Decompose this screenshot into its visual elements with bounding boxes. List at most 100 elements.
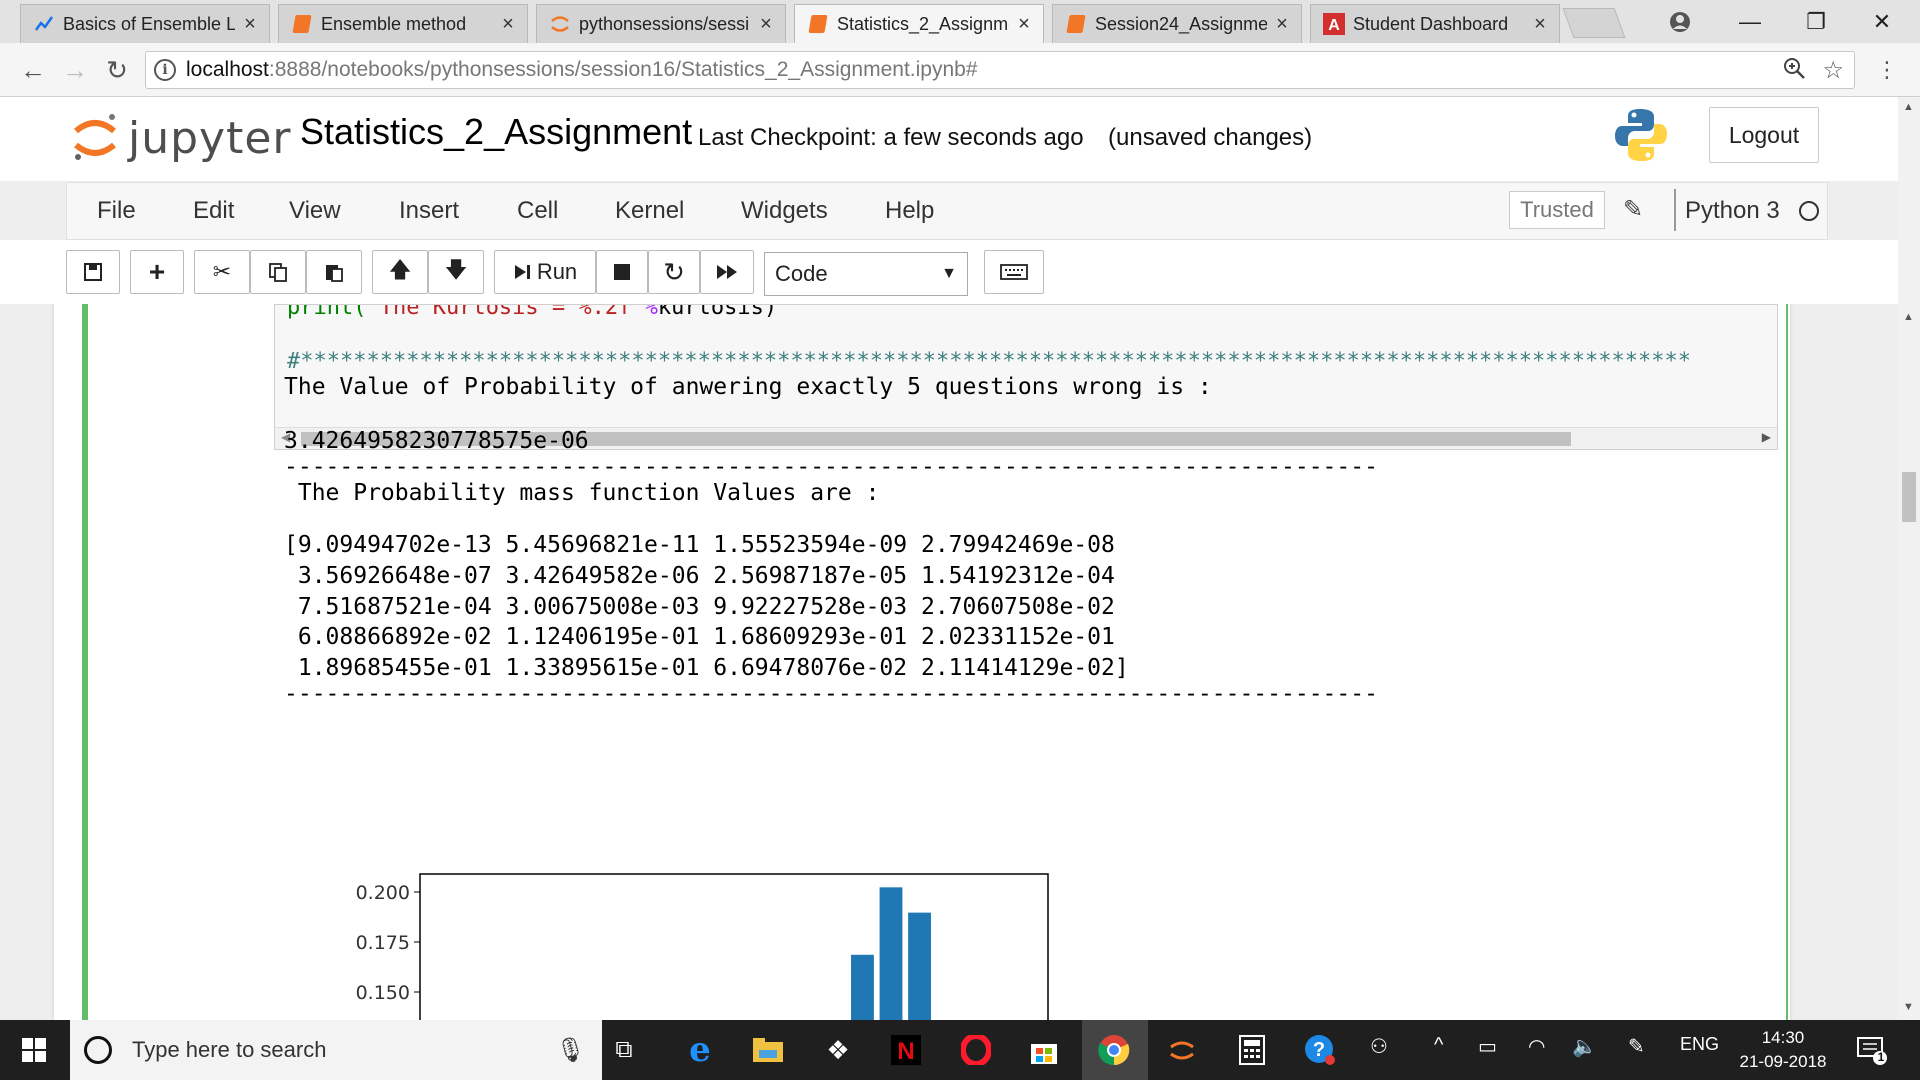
wifi-icon[interactable]: ◠ (1528, 1034, 1545, 1059)
close-icon[interactable]: × (241, 13, 259, 36)
output-divider: ----------------------------------------… (284, 681, 1378, 707)
input-language[interactable]: ENG (1680, 1034, 1719, 1055)
dropbox-icon[interactable]: ❖ (818, 1030, 858, 1070)
tab-title: Ensemble method (321, 13, 467, 34)
microphone-icon[interactable]: 🎙 (556, 1036, 586, 1065)
menu-widgets[interactable]: Widgets (741, 197, 828, 225)
back-button[interactable]: ← (16, 53, 50, 87)
chrome-menu-icon[interactable]: ⋮ (1870, 53, 1904, 87)
restart-icon: ↻ (663, 256, 685, 287)
page-vertical-scrollbar[interactable]: ▲ ▲ ▼ (1898, 97, 1920, 1020)
jupyter-logo-icon (74, 114, 116, 160)
volume-icon[interactable]: 🔈 (1572, 1034, 1597, 1059)
menu-kernel[interactable]: Kernel (615, 197, 684, 225)
scroll-down-icon[interactable]: ▼ (1903, 1001, 1914, 1013)
system-clock[interactable]: 14:30 21-09-2018 (1738, 1026, 1828, 1074)
windows-start-button[interactable] (14, 1030, 54, 1070)
close-icon[interactable]: × (1531, 13, 1549, 36)
address-bar: ← → ↻ i localhost:8888/notebooks/pythons… (0, 43, 1920, 97)
tab-basics-of-ensemble[interactable]: Basics of Ensemble Le × (20, 4, 270, 43)
menu-cell[interactable]: Cell (517, 197, 558, 225)
pen-icon[interactable]: ✎ (1628, 1034, 1645, 1059)
taskbar-search-input[interactable]: Type here to search 🎙 (70, 1020, 602, 1080)
insert-cell-button[interactable]: + (130, 250, 184, 294)
tab-session24-assignment[interactable]: Session24_Assignme × (1052, 4, 1302, 43)
show-hidden-icons-chevron-icon[interactable]: ^ (1434, 1034, 1443, 1057)
plus-icon: + (148, 256, 166, 287)
people-icon[interactable]: ⚇ (1370, 1034, 1388, 1059)
vertical-scroll-thumb[interactable] (1902, 472, 1916, 522)
calculator-icon[interactable] (1232, 1030, 1272, 1070)
menu-edit[interactable]: Edit (193, 197, 234, 225)
tab-student-dashboard[interactable]: A Student Dashboard × (1310, 4, 1560, 43)
paste-button[interactable] (306, 250, 362, 294)
close-icon[interactable]: × (499, 13, 517, 36)
output-pmf-row: 6.08866892e-02 1.12406195e-01 1.68609293… (284, 624, 1115, 650)
kernel-name[interactable]: Python 3 (1685, 197, 1780, 225)
cut-button[interactable]: ✂ (194, 250, 250, 294)
search-placeholder: Type here to search (132, 1037, 327, 1062)
edge-icon[interactable]: e (680, 1030, 720, 1070)
bookmark-star-icon[interactable]: ☆ (1822, 56, 1844, 87)
notification-count: 1 (1877, 1050, 1885, 1064)
zoom-icon[interactable] (1782, 56, 1806, 87)
close-icon[interactable]: × (1015, 13, 1033, 36)
menu-insert[interactable]: Insert (399, 197, 459, 225)
copy-button[interactable] (250, 250, 306, 294)
task-view-icon[interactable]: ⧉ (604, 1030, 644, 1070)
scroll-right-icon[interactable]: ▶ (1762, 430, 1771, 444)
interrupt-button[interactable] (596, 250, 648, 294)
move-up-button[interactable]: 🡅 (372, 250, 428, 294)
reload-button[interactable]: ↻ (100, 53, 134, 87)
profile-icon[interactable] (1650, 0, 1710, 43)
menu-view[interactable]: View (289, 197, 341, 225)
output-divider: ----------------------------------------… (284, 454, 1378, 480)
copy-icon (269, 263, 287, 282)
menu-file[interactable]: File (97, 197, 136, 225)
logout-button[interactable]: Logout (1709, 107, 1819, 163)
menu-help[interactable]: Help (885, 197, 934, 225)
trusted-badge[interactable]: Trusted (1509, 191, 1605, 229)
edit-pencil-icon[interactable]: ✎ (1623, 195, 1643, 224)
save-button[interactable] (66, 250, 120, 294)
tab-ensemble-method[interactable]: Ensemble method × (278, 4, 528, 43)
jupyter-taskbar-icon[interactable] (1162, 1030, 1202, 1070)
jupyter-logo[interactable]: jupyter (72, 111, 292, 165)
close-icon[interactable]: × (757, 13, 775, 36)
command-palette-button[interactable] (984, 250, 1044, 294)
notification-center-icon[interactable]: 1 (1856, 1034, 1890, 1066)
scissors-icon: ✂ (212, 259, 232, 284)
output-pmf-row: 7.51687521e-04 3.00675008e-03 9.92227528… (284, 594, 1115, 620)
minimize-button[interactable]: — (1720, 0, 1780, 43)
restore-button[interactable]: ❐ (1786, 0, 1846, 43)
tab-title: Basics of Ensemble Le (63, 13, 235, 34)
url-path: :8888/notebooks/pythonsessions/session16… (268, 58, 978, 81)
cell-type-select[interactable]: Code ▼ (764, 252, 968, 296)
file-explorer-icon[interactable] (748, 1030, 788, 1070)
close-icon[interactable]: × (1273, 13, 1291, 36)
output-line-probability-value: 3.4264958230778575e-06 (284, 428, 589, 454)
move-down-button[interactable]: 🡇 (428, 250, 484, 294)
opera-icon[interactable] (956, 1030, 996, 1070)
close-window-button[interactable]: ✕ (1852, 0, 1912, 43)
run-button[interactable]: Run (494, 250, 596, 294)
tab-pythonsessions[interactable]: pythonsessions/sessi × (536, 4, 786, 43)
scroll-up-icon[interactable]: ▲ (1903, 311, 1914, 323)
notebook-title[interactable]: Statistics_2_Assignment (300, 111, 692, 153)
url-input[interactable]: i localhost:8888/notebooks/pythonsession… (145, 51, 1855, 89)
netflix-icon[interactable]: N (886, 1030, 926, 1070)
new-tab-button[interactable] (1562, 8, 1626, 38)
chrome-icon[interactable] (1094, 1030, 1134, 1070)
help-icon[interactable]: ? (1300, 1030, 1340, 1070)
tab-statistics-2-assignment[interactable]: Statistics_2_Assignme × (794, 4, 1044, 43)
unsaved-indicator: (unsaved changes) (1108, 124, 1313, 151)
battery-icon[interactable]: ▭ (1478, 1034, 1497, 1059)
restart-button[interactable]: ↻ (648, 250, 700, 294)
keyboard-icon (1000, 264, 1028, 280)
scroll-up-icon[interactable]: ▲ (1903, 101, 1914, 113)
forward-button[interactable]: → (58, 53, 92, 87)
store-icon[interactable] (1024, 1030, 1064, 1070)
restart-run-all-button[interactable] (700, 250, 754, 294)
code-token-string: 'The Kurtosis = %.2f' (366, 304, 645, 320)
info-icon[interactable]: i (154, 59, 176, 81)
